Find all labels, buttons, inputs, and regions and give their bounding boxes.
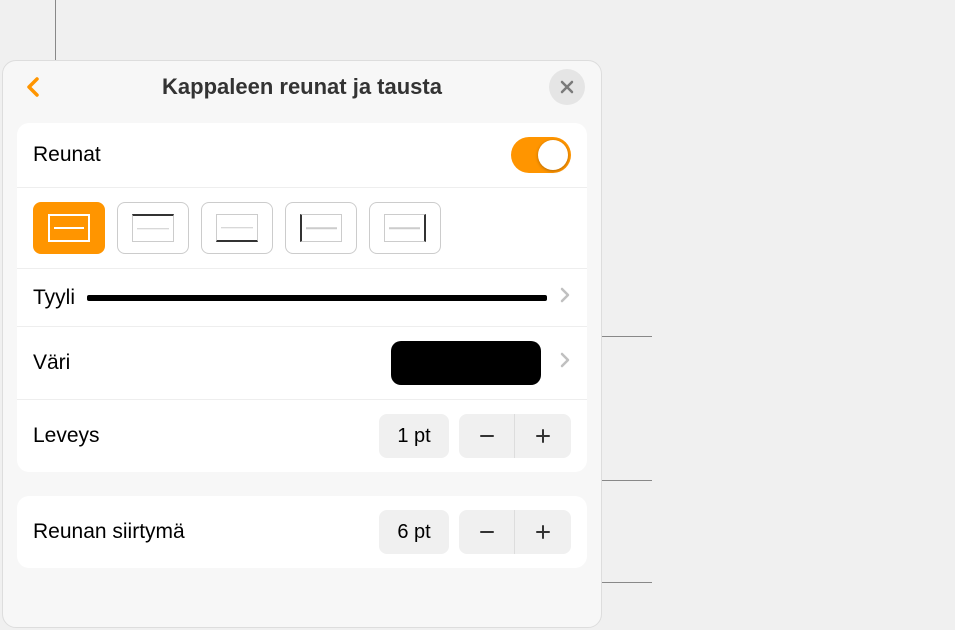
borders-label: Reunat (33, 143, 101, 167)
style-preview (87, 295, 547, 301)
offset-increase-button[interactable] (515, 510, 571, 554)
style-row[interactable]: Tyyli (17, 269, 587, 327)
border-left-button[interactable] (285, 202, 357, 254)
callout-line (602, 336, 652, 337)
width-decrease-button[interactable] (459, 414, 515, 458)
border-right-icon (384, 214, 426, 242)
width-label: Leveys (33, 424, 100, 448)
border-left-icon (300, 214, 342, 242)
chevron-right-icon (559, 286, 571, 310)
width-value: 1 pt (379, 414, 449, 458)
offset-decrease-button[interactable] (459, 510, 515, 554)
borders-toggle-row: Reunat (17, 123, 587, 188)
back-button[interactable] (19, 73, 47, 101)
border-position-row (17, 188, 587, 269)
callout-line (55, 0, 56, 60)
borders-section: Reunat Tyyli (17, 123, 587, 472)
offset-section: Reunan siirtymä 6 pt (17, 496, 587, 568)
border-top-button[interactable] (117, 202, 189, 254)
plus-icon (534, 523, 552, 541)
borders-background-panel: Kappaleen reunat ja tausta Reunat (2, 60, 602, 628)
color-swatch (391, 341, 541, 385)
minus-icon (478, 427, 496, 445)
close-button[interactable] (549, 69, 585, 105)
border-right-button[interactable] (369, 202, 441, 254)
chevron-left-icon (24, 75, 42, 99)
offset-stepper (459, 510, 571, 554)
panel-header: Kappaleen reunat ja tausta (3, 61, 601, 113)
color-row[interactable]: Väri (17, 327, 587, 400)
close-icon (559, 79, 575, 95)
border-all-button[interactable] (33, 202, 105, 254)
plus-icon (534, 427, 552, 445)
offset-label: Reunan siirtymä (33, 520, 185, 544)
width-row: Leveys 1 pt (17, 400, 587, 472)
offset-value: 6 pt (379, 510, 449, 554)
offset-row: Reunan siirtymä 6 pt (17, 496, 587, 568)
minus-icon (478, 523, 496, 541)
border-bottom-button[interactable] (201, 202, 273, 254)
border-all-icon (48, 214, 90, 242)
borders-toggle[interactable] (511, 137, 571, 173)
width-increase-button[interactable] (515, 414, 571, 458)
border-top-icon (132, 214, 174, 242)
panel-title: Kappaleen reunat ja tausta (162, 74, 442, 100)
border-bottom-icon (216, 214, 258, 242)
chevron-right-icon (559, 351, 571, 375)
color-label: Väri (33, 351, 70, 375)
style-label: Tyyli (33, 286, 75, 310)
width-stepper (459, 414, 571, 458)
